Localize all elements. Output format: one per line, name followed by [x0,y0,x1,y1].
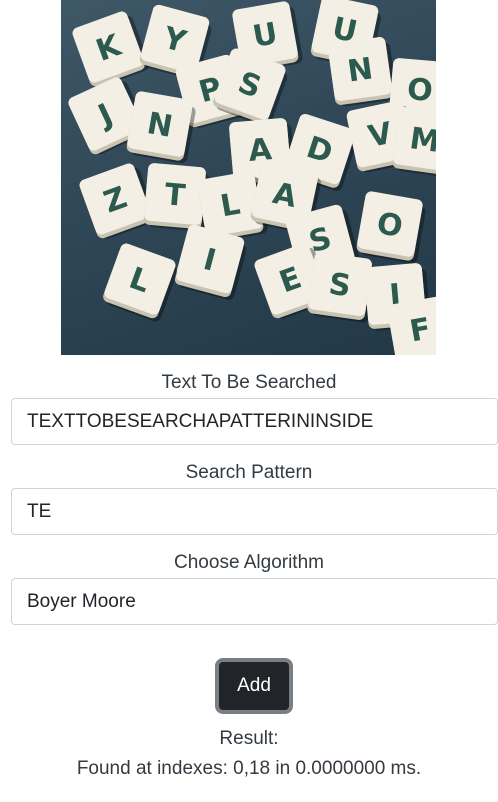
search-pattern-input[interactable]: TE [11,488,498,535]
text-to-search-input[interactable]: TEXTTOBESEARCHAPATTERININSIDE [11,398,498,445]
tiles-graphic: K Y U UNP S OJ NA D V MZ T L AS OIE S ILF [68,0,436,355]
text-to-search-label: Text To Be Searched [161,372,337,393]
tile-letter: M [408,121,436,160]
scrabble-tile: N [328,37,397,107]
choose-algorithm-label: Choose Algorithm [174,552,324,573]
algorithm-select[interactable]: Boyer Moore [11,578,498,625]
tile-letter: O [406,72,434,109]
tile-letter: N [345,51,375,89]
result-text: Found at indexes: 0,18 in 0.0000000 ms. [76,758,422,779]
add-button[interactable]: Add [215,658,293,714]
tile-letter: T [163,177,187,214]
search-pattern-label: Search Pattern [185,462,313,483]
scrabble-tile: L [103,243,178,322]
scrabble-tiles-image: KYUUNPSOJNADVMZTLASOIESILF [61,0,436,355]
result-label: Result: [219,728,279,749]
scrabble-tile: K [72,11,150,87]
scrabble-tile: O [356,191,426,264]
page: KYUUNPSOJNADVMZTLASOIESILF Text To Be Se… [0,0,498,802]
scrabble-tile: N [126,91,196,164]
